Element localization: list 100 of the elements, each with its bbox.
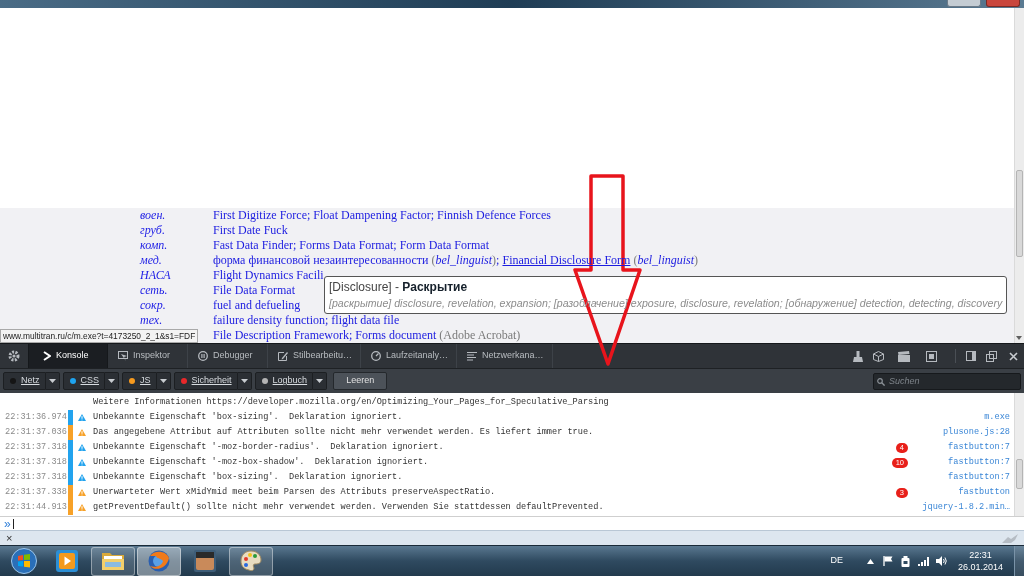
- pause-icon: [198, 351, 208, 361]
- translation: failure density function; flight data file: [213, 313, 400, 328]
- subject-label: воен.: [140, 208, 166, 222]
- frame-icon: [118, 351, 128, 361]
- timestamp: 22:31:37.318: [4, 442, 68, 453]
- log-message: getPreventDefault() sollte nicht mehr verwendet werden. Verwenden Sie stattdessen defaultPrevented.: [93, 502, 604, 513]
- devtools-tab[interactable]: Konsole: [28, 344, 108, 368]
- log-message: Unbekannte Eigenschaft 'box-sizing'. Deklaration ignoriert.: [93, 412, 403, 423]
- globe-icon: [148, 550, 170, 572]
- flag-icon[interactable]: [882, 556, 893, 566]
- source-link[interactable]: jquery-1.8.2.min…: [908, 502, 1014, 513]
- play-icon: [56, 550, 78, 572]
- taskbar-button[interactable]: [91, 546, 135, 576]
- clear-button[interactable]: Leeren: [333, 372, 388, 390]
- scroll-down-icon[interactable]: [1016, 336, 1022, 340]
- log-message: Das angegebene Attribut auf Attributen sollte nicht mehr verwendet werden. Es liefert immer true.: [93, 427, 594, 438]
- windows-icon[interactable]: [986, 350, 997, 362]
- filter-button[interactable]: Logbuch: [254, 372, 314, 390]
- source-link[interactable]: fastbutton: [908, 487, 1014, 498]
- maximize-button[interactable]: [947, 0, 981, 7]
- brush-icon[interactable]: [853, 350, 863, 362]
- console-input[interactable]: »: [0, 516, 1024, 530]
- timestamp: 22:31:37.318: [4, 472, 68, 483]
- source-link[interactable]: plusone.js:28: [908, 427, 1014, 438]
- translation: fuel and defueling: [213, 298, 301, 313]
- clock-button[interactable]: 22:31 26.01.2014: [952, 549, 1008, 573]
- dropdown-button[interactable]: [105, 372, 120, 390]
- show-desktop-button[interactable]: [1014, 546, 1024, 576]
- subject-label: мед.: [140, 253, 162, 267]
- gauge-icon: [371, 351, 382, 361]
- close-button[interactable]: ×: [6, 532, 13, 544]
- pencil-icon: [278, 351, 288, 361]
- log-message: Unbekannte Eigenschaft '-moz-border-radius'. Deklaration ignoriert.: [93, 442, 444, 453]
- caret-icon: [48, 379, 56, 383]
- subject-label: сеть.: [140, 283, 168, 297]
- cube-icon[interactable]: [873, 350, 884, 362]
- language-indicator[interactable]: DE: [830, 554, 843, 568]
- source-link[interactable]: fastbutton:7: [908, 472, 1014, 483]
- app-icon: [194, 550, 216, 572]
- dropdown-button[interactable]: [313, 372, 328, 390]
- chevron-up-icon[interactable]: [866, 558, 874, 564]
- source-link[interactable]: fastbutton:7: [908, 457, 1014, 468]
- subject-label: комп.: [140, 238, 168, 252]
- timestamp: 22:31:37.318: [4, 457, 68, 468]
- status-url: www.multitran.ru/c/m.exe?t=4173250_2_1&s1=FDF: [0, 329, 199, 343]
- translation: File Description Framework; Forms document (Adobe Acrobat): [213, 328, 521, 343]
- subject-label: НАСА: [140, 268, 171, 282]
- filter-button[interactable]: JS: [122, 372, 157, 390]
- search-icon: [877, 377, 885, 386]
- source-link[interactable]: m.exe: [908, 412, 1014, 423]
- timestamp: 22:31:44.913: [4, 502, 68, 513]
- scrollbar-thumb[interactable]: [1016, 170, 1023, 257]
- timestamp: 22:31:36.974: [4, 412, 68, 423]
- timestamp: 22:31:37.036: [4, 427, 68, 438]
- translation: Fast Data Finder; Forms Data Format; Form Data Format: [213, 238, 489, 253]
- warning-icon: [78, 504, 86, 511]
- signal-icon[interactable]: [917, 556, 929, 566]
- source-link[interactable]: fastbutton:7: [908, 442, 1014, 453]
- warning-icon: [78, 474, 86, 481]
- taskbar-button[interactable]: [137, 546, 181, 576]
- translation: File Data Format: [213, 283, 295, 298]
- tooltip-title: [Disclosure] - Раскрытие: [329, 280, 469, 295]
- caret-icon: [316, 379, 324, 383]
- translation: First Date Fuck: [213, 223, 288, 238]
- warning-icon: [78, 429, 86, 436]
- log-message: Unbekannte Eigenschaft 'box-sizing'. Deklaration ignoriert.: [93, 472, 403, 483]
- caret-icon: [108, 379, 116, 383]
- grip-icon[interactable]: [1002, 533, 1018, 543]
- clapperboard-icon[interactable]: [898, 350, 910, 362]
- warning-icon: [78, 414, 86, 421]
- scrollbar-thumb[interactable]: [1016, 459, 1023, 489]
- subject-label: груб.: [140, 223, 165, 237]
- device-icon[interactable]: [900, 555, 910, 567]
- caret-icon: [159, 379, 167, 383]
- translation: First Digitize Force; Float Dampening Factor; Finnish Defence Forces: [213, 208, 551, 223]
- warning-icon: [78, 489, 86, 496]
- log-message: Unbekannte Eigenschaft '-moz-box-shadow'. Deklaration ignoriert.: [93, 457, 429, 468]
- search-field[interactable]: Suchen: [873, 372, 1021, 390]
- folder-icon: [102, 550, 124, 572]
- sidebar-icon[interactable]: [966, 351, 976, 361]
- log-message: Unerwarteter Wert xMidYmid meet beim Parsen des Attributs preserveAspectRatio.: [93, 487, 496, 498]
- warning-icon: [78, 444, 86, 451]
- speaker-icon[interactable]: [935, 556, 947, 566]
- translation: Flight Dynamics Facili: [213, 268, 324, 283]
- close-icon[interactable]: [1009, 351, 1018, 361]
- screen-icon[interactable]: [926, 350, 937, 362]
- caret-icon: [240, 379, 248, 383]
- filter-button[interactable]: Sicherheit: [173, 372, 238, 390]
- subject-label: тех.: [140, 313, 163, 327]
- subject-label: сокр.: [140, 298, 166, 312]
- filter-button[interactable]: Netz: [3, 372, 46, 390]
- flag-logo-icon: [11, 548, 37, 574]
- list-icon: [467, 351, 478, 361]
- settings-icon[interactable]: [8, 350, 20, 362]
- palette-icon: [240, 550, 262, 572]
- taskbar-button[interactable]: [229, 546, 273, 576]
- warning-icon: [78, 459, 86, 466]
- prompt-sign: »: [4, 517, 11, 530]
- filter-button[interactable]: CSS: [62, 372, 106, 390]
- timestamp: 22:31:37.338: [4, 487, 68, 498]
